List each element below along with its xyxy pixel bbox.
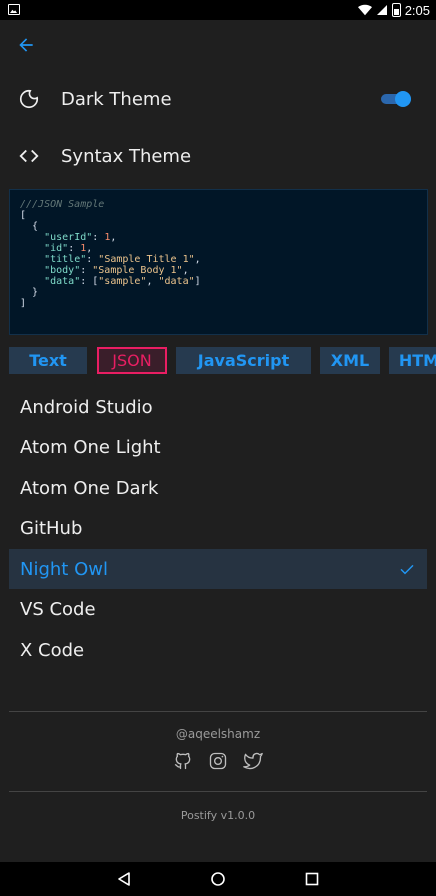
theme-item-android-studio[interactable]: Android Studio bbox=[9, 387, 427, 427]
code-line: ] bbox=[20, 298, 27, 309]
code-line: [ bbox=[20, 210, 27, 221]
syntax-theme-row: Syntax Theme bbox=[0, 131, 436, 181]
theme-label: VS Code bbox=[20, 598, 96, 620]
dark-theme-toggle[interactable] bbox=[381, 91, 411, 107]
wifi-icon bbox=[357, 4, 372, 16]
chip-html[interactable]: HTM bbox=[389, 347, 436, 374]
divider bbox=[9, 711, 427, 712]
code-string: "Sample Body 1" bbox=[92, 265, 183, 276]
theme-item-x-code[interactable]: X Code bbox=[9, 630, 427, 670]
status-time: 2:05 bbox=[404, 2, 430, 18]
theme-item-github[interactable]: GitHub bbox=[9, 508, 427, 548]
theme-item-vs-code[interactable]: VS Code bbox=[9, 589, 427, 629]
author-handle: @aqeelshamz bbox=[175, 727, 261, 741]
code-preview: ///JSON Sample [ { "userId": 1, "id": 1,… bbox=[9, 189, 428, 335]
moon-icon bbox=[19, 89, 39, 109]
code-key: "userId" bbox=[44, 232, 93, 243]
code-string: "data" bbox=[158, 276, 195, 287]
theme-item-atom-one-light[interactable]: Atom One Light bbox=[9, 427, 427, 467]
theme-label: X Code bbox=[20, 639, 85, 661]
code-key: "title" bbox=[44, 254, 87, 265]
theme-label: Atom One Light bbox=[20, 436, 161, 458]
code-number: 1 bbox=[80, 243, 87, 254]
battery-icon bbox=[391, 3, 401, 17]
theme-label: GitHub bbox=[20, 517, 83, 539]
code-key: "body" bbox=[44, 265, 81, 276]
system-navigation-bar bbox=[0, 862, 436, 896]
syntax-theme-label: Syntax Theme bbox=[61, 145, 192, 167]
toggle-thumb bbox=[395, 91, 411, 107]
code-key: "data" bbox=[44, 276, 81, 287]
chip-text[interactable]: Text bbox=[9, 347, 87, 374]
image-notification-icon bbox=[8, 4, 20, 15]
check-icon bbox=[400, 564, 414, 575]
dark-theme-row[interactable]: Dark Theme bbox=[0, 74, 436, 124]
instagram-icon[interactable] bbox=[208, 751, 228, 771]
code-comment: ///JSON Sample bbox=[20, 199, 105, 210]
code-string: "Sample Title 1" bbox=[98, 254, 195, 265]
theme-item-night-owl[interactable]: Night Owl bbox=[9, 549, 427, 589]
theme-label: Android Studio bbox=[20, 396, 153, 418]
chip-javascript[interactable]: JavaScript bbox=[176, 347, 311, 374]
theme-item-atom-one-dark[interactable]: Atom One Dark bbox=[9, 468, 427, 508]
code-line: { bbox=[20, 221, 39, 232]
code-number: 1 bbox=[104, 232, 111, 243]
dark-theme-label: Dark Theme bbox=[61, 88, 172, 110]
status-bar: 2:05 bbox=[0, 0, 436, 20]
app-version: Postify v1.0.0 bbox=[180, 809, 256, 822]
code-string: "sample" bbox=[98, 276, 147, 287]
divider bbox=[9, 791, 427, 792]
code-line: } bbox=[20, 287, 39, 298]
signal-icon bbox=[376, 5, 387, 15]
code-icon bbox=[19, 149, 39, 163]
nav-back-icon[interactable] bbox=[116, 871, 132, 887]
code-key: "id" bbox=[44, 243, 69, 254]
back-arrow-icon[interactable] bbox=[16, 35, 36, 55]
github-icon[interactable] bbox=[173, 751, 193, 771]
language-chip-row[interactable]: Text JSON JavaScript XML HTM bbox=[9, 347, 436, 375]
twitter-icon[interactable] bbox=[243, 751, 263, 771]
chip-xml[interactable]: XML bbox=[320, 347, 380, 374]
theme-label: Atom One Dark bbox=[20, 477, 159, 499]
nav-home-icon[interactable] bbox=[210, 871, 226, 887]
nav-recents-icon[interactable] bbox=[304, 871, 320, 887]
chip-json[interactable]: JSON bbox=[97, 347, 167, 374]
theme-label: Night Owl bbox=[20, 558, 108, 580]
